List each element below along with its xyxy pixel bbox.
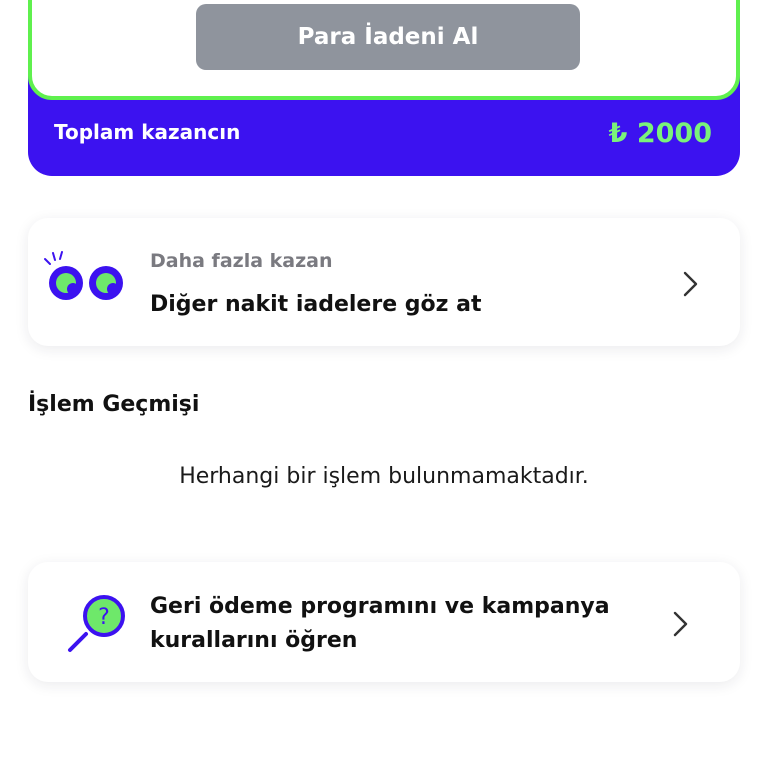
earnings-card-top: Para İadeni Al bbox=[28, 0, 740, 100]
get-refund-button[interactable]: Para İadeni Al bbox=[196, 4, 580, 70]
earnings-card: Para İadeni Al Toplam kazancın ₺ 2000 bbox=[28, 0, 740, 176]
cashback-page: Para İadeni Al Toplam kazancın ₺ 2000 Da… bbox=[0, 0, 768, 768]
program-rules-line-1: Geri ödeme programını ve kampanya bbox=[150, 594, 610, 619]
more-cashback-card[interactable]: Daha fazla kazan Diğer nakit iadelere gö… bbox=[28, 218, 740, 346]
program-rules-line-2: kurallarını öğren bbox=[150, 628, 358, 653]
total-earnings-label: Toplam kazancın bbox=[54, 120, 241, 144]
program-rules-title: Geri ödeme programını ve kampanya kurall… bbox=[150, 590, 650, 658]
more-cashback-title: Diğer nakit iadelere göz at bbox=[150, 292, 482, 317]
empty-history-message: Herhangi bir işlem bulunmamaktadır. bbox=[179, 464, 589, 489]
eyes-icon bbox=[44, 251, 123, 300]
program-rules-card[interactable]: ? Geri ödeme programını ve kampanya kura… bbox=[28, 562, 740, 682]
magnifier-question-icon: ? bbox=[68, 595, 125, 652]
transaction-history-title: İşlem Geçmişi bbox=[28, 392, 200, 417]
total-earnings-value: ₺ 2000 bbox=[608, 118, 712, 149]
chevron-right-icon bbox=[683, 271, 698, 297]
more-cashback-subtitle: Daha fazla kazan bbox=[150, 250, 333, 272]
chevron-right-icon bbox=[673, 611, 688, 637]
svg-text:?: ? bbox=[98, 605, 110, 630]
